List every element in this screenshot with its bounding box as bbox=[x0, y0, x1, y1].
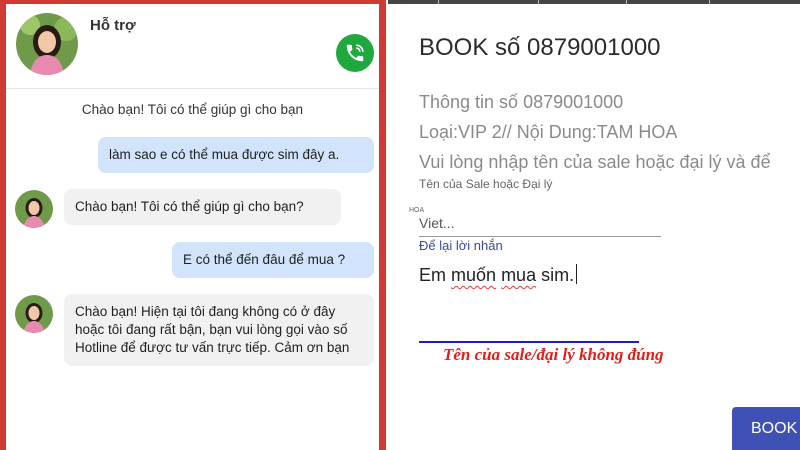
error-annotation: Tên của sale/đại lý không đúng bbox=[443, 345, 664, 364]
agent-avatar bbox=[16, 13, 78, 75]
chat-window: Hỗ trợ Chào bạn! Tôi có thể giúp gì cho … bbox=[6, 4, 379, 450]
number-type-info: Loại:VIP 2// Nội Dung:TAM HOA bbox=[419, 122, 678, 142]
top-tab-strip bbox=[388, 0, 800, 4]
sale-name-label: Tên của Sale hoặc Đại lý bbox=[419, 177, 553, 191]
call-button[interactable] bbox=[336, 34, 374, 72]
chat-title: Hỗ trợ bbox=[90, 17, 136, 34]
chat-widget-frame: Hỗ trợ Chào bạn! Tôi có thể giúp gì cho … bbox=[0, 0, 386, 450]
agent-avatar bbox=[15, 295, 53, 333]
tab-divider bbox=[538, 0, 539, 4]
text-cursor bbox=[576, 264, 578, 284]
welcome-message: Chào bạn! Tôi có thể giúp gì cho bạn bbox=[81, 102, 304, 117]
message-text-part: Em bbox=[419, 265, 452, 285]
tab-divider bbox=[709, 0, 710, 4]
user-message: làm sao e có thể mua được sim đây a. bbox=[98, 137, 374, 173]
chat-header: Hỗ trợ bbox=[6, 4, 379, 89]
message-label: Để lại lời nhắn bbox=[419, 238, 503, 253]
booking-dialog: BOOK số 0879001000 Thông tin số 08790010… bbox=[388, 0, 800, 450]
message-list[interactable]: Chào bạn! Tôi có thể giúp gì cho bạn làm… bbox=[6, 89, 379, 450]
message-text-part: sim. bbox=[536, 265, 575, 285]
agent-message: Chào bạn! Hiện tại tôi đang không có ở đ… bbox=[64, 294, 374, 366]
sale-name-input[interactable] bbox=[419, 210, 661, 237]
misspelled-word: muốn bbox=[451, 265, 497, 285]
misspelled-word: mua bbox=[501, 265, 537, 285]
phone-icon bbox=[346, 44, 364, 62]
instruction-text: Vui lòng nhập tên của sale hoặc đại lý v… bbox=[419, 152, 771, 172]
tab-divider bbox=[438, 0, 439, 4]
number-info: Thông tin số 0879001000 bbox=[419, 92, 624, 112]
book-button[interactable]: BOOK bbox=[732, 407, 800, 450]
message-input[interactable]: Em muốn mua sim. bbox=[419, 264, 749, 296]
booking-title: BOOK số 0879001000 bbox=[419, 34, 661, 61]
agent-avatar bbox=[15, 190, 53, 228]
user-message: E có thể đến đâu để mua ? bbox=[172, 242, 374, 278]
tab-divider bbox=[626, 0, 627, 4]
annotation-underline bbox=[419, 341, 639, 343]
agent-message: Chào bạn! Tôi có thể giúp gì cho bạn? bbox=[64, 189, 341, 225]
